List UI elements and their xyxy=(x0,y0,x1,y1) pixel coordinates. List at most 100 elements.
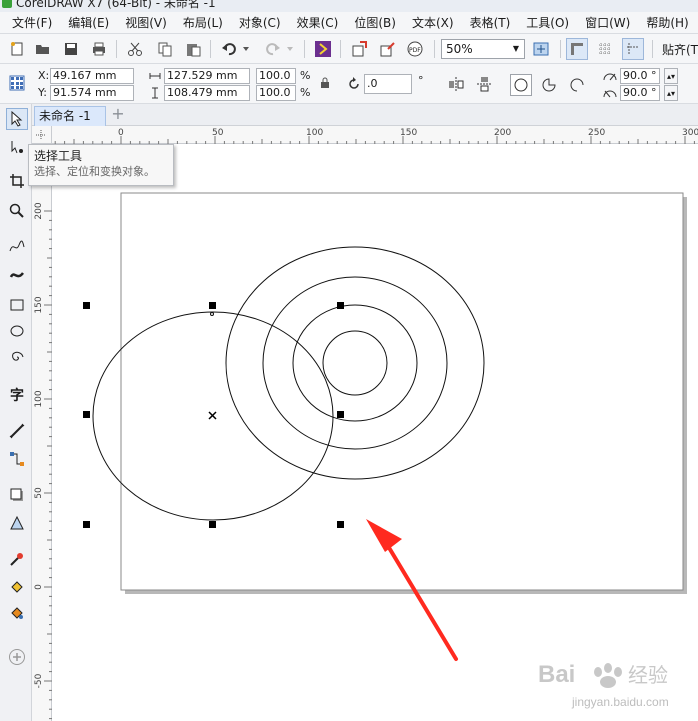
rotation-angle-field[interactable]: .0 xyxy=(364,74,412,94)
menu-table[interactable]: 表格(T) xyxy=(462,13,519,33)
text-tool-button[interactable]: 字 xyxy=(6,384,28,406)
scale-x-field[interactable]: 100.0 xyxy=(256,68,296,84)
scissors-icon xyxy=(128,42,142,56)
drop-shadow-tool-button[interactable] xyxy=(6,484,28,506)
handle-middle-left[interactable] xyxy=(83,411,90,418)
handle-bottom-right[interactable] xyxy=(337,521,344,528)
object-origin-button[interactable] xyxy=(6,72,28,94)
ruler-origin-corner[interactable] xyxy=(32,126,52,144)
horizontal-ruler[interactable]: 0 50 100 150 200 250 300 xyxy=(52,126,698,144)
menu-help[interactable]: 帮助(H) xyxy=(638,13,696,33)
menu-tools[interactable]: 工具(O) xyxy=(518,13,577,33)
handle-top-left[interactable] xyxy=(83,302,90,309)
x-position-field[interactable]: 49.167 mm xyxy=(50,68,134,84)
menu-window[interactable]: 窗口(W) xyxy=(577,13,638,33)
menu-effects[interactable]: 效果(C) xyxy=(289,13,347,33)
connector-tool-button[interactable] xyxy=(6,448,28,470)
scale-y-field[interactable]: 100.0 xyxy=(256,85,296,101)
undo-dropdown[interactable] xyxy=(240,38,252,60)
redo-button[interactable] xyxy=(262,38,284,60)
paste-button[interactable] xyxy=(182,38,204,60)
pie-mode-button[interactable] xyxy=(538,74,560,96)
undo-button[interactable] xyxy=(218,38,240,60)
tab-document[interactable]: 未命名 -1 xyxy=(34,106,106,126)
transparency-icon xyxy=(10,515,24,530)
height-field[interactable]: 108.479 mm xyxy=(164,85,250,101)
dimension-tool-button[interactable] xyxy=(6,420,28,442)
artistic-media-icon xyxy=(9,272,24,278)
rectangle-tool-button[interactable] xyxy=(6,294,28,316)
start-angle-spinner[interactable]: ▴▾ xyxy=(664,68,678,84)
open-button[interactable] xyxy=(32,38,54,60)
handle-bottom-center[interactable] xyxy=(209,521,216,528)
title-bar: CorelDRAW X7 (64-Bit) - 未命名 -1 xyxy=(0,0,698,12)
handle-top-right[interactable] xyxy=(337,302,344,309)
text-tool-icon: 字 xyxy=(10,388,24,404)
menu-object[interactable]: 对象(C) xyxy=(231,13,289,33)
new-document-button[interactable] xyxy=(6,38,28,60)
add-tool-button[interactable] xyxy=(6,646,28,668)
corel-connect-button[interactable] xyxy=(312,38,334,60)
paste-icon xyxy=(187,44,201,57)
full-screen-preview-button[interactable] xyxy=(530,38,552,60)
drawing-surface xyxy=(83,192,687,661)
eyedropper-tool-button[interactable] xyxy=(6,548,28,570)
ruler-label: 200 xyxy=(494,128,511,138)
menu-bitmaps[interactable]: 位图(B) xyxy=(346,13,404,33)
ellipse-tool-button[interactable] xyxy=(6,320,28,342)
handle-bottom-left[interactable] xyxy=(83,521,90,528)
handle-top-center[interactable] xyxy=(209,302,216,309)
dimension-icon xyxy=(9,423,25,439)
menu-view[interactable]: 视图(V) xyxy=(117,13,175,33)
show-rulers-button[interactable] xyxy=(566,38,588,60)
start-angle-field[interactable]: 90.0 ° xyxy=(620,68,660,84)
import-button[interactable] xyxy=(348,38,370,60)
cut-button[interactable] xyxy=(124,38,146,60)
toolbar-separator xyxy=(304,40,305,58)
chevron-down-icon[interactable]: ▼ xyxy=(508,40,524,58)
print-button[interactable] xyxy=(88,38,110,60)
smart-fill-tool-button[interactable] xyxy=(6,602,28,624)
transparency-tool-button[interactable] xyxy=(6,512,28,534)
redo-icon xyxy=(266,43,280,56)
arc-mode-button[interactable] xyxy=(566,74,588,96)
polygon-tool-button[interactable] xyxy=(6,346,28,368)
zoom-tool-button[interactable] xyxy=(6,200,28,222)
pick-tool-tooltip: 选择工具 选择、定位和变换对象。 xyxy=(28,144,174,186)
end-angle-field[interactable]: 90.0 ° xyxy=(620,85,660,101)
crop-tool-button[interactable] xyxy=(6,170,28,192)
menu-edit[interactable]: 编辑(E) xyxy=(60,13,117,33)
end-angle-spinner[interactable]: ▴▾ xyxy=(664,85,678,101)
freehand-tool-button[interactable] xyxy=(6,236,28,258)
menu-layout[interactable]: 布局(L) xyxy=(175,13,231,33)
shape-tool-button[interactable] xyxy=(6,136,28,158)
y-position-field[interactable]: 91.574 mm xyxy=(50,85,134,101)
snap-to-button[interactable]: 贴齐(T) xyxy=(662,41,698,58)
handle-middle-right[interactable] xyxy=(337,411,344,418)
add-document-tab-button[interactable]: + xyxy=(110,106,126,123)
publish-pdf-button[interactable]: PDF xyxy=(404,38,426,60)
show-guidelines-button[interactable] xyxy=(622,38,644,60)
width-field[interactable]: 127.529 mm xyxy=(164,68,250,84)
drawing-canvas[interactable] xyxy=(52,144,698,721)
save-button[interactable] xyxy=(60,38,82,60)
lock-ratio-button[interactable] xyxy=(318,76,332,90)
interactive-fill-tool-button[interactable] xyxy=(6,576,28,598)
folder-icon xyxy=(36,45,49,54)
ellipse-mode-button[interactable] xyxy=(510,74,532,96)
pick-tool-button[interactable] xyxy=(6,108,28,130)
copy-button[interactable] xyxy=(154,38,176,60)
artistic-media-tool-button[interactable] xyxy=(6,264,28,286)
zoom-level-select[interactable]: 50% ▼ xyxy=(441,39,525,59)
vertical-ruler[interactable]: 200 150 100 50 0 -50 xyxy=(32,144,52,721)
export-button[interactable] xyxy=(376,38,398,60)
menu-text[interactable]: 文本(X) xyxy=(404,13,462,33)
arc-icon xyxy=(570,78,584,92)
mirror-vertical-button[interactable] xyxy=(474,74,494,94)
redo-dropdown[interactable] xyxy=(284,38,296,60)
mirror-horizontal-button[interactable] xyxy=(446,74,466,94)
coreldraw-window: CorelDRAW X7 (64-Bit) - 未命名 -1 文件(F) 编辑(… xyxy=(0,0,698,721)
show-grid-button[interactable] xyxy=(594,38,616,60)
ruler-label: -50 xyxy=(34,673,44,688)
menu-file[interactable]: 文件(F) xyxy=(4,13,60,33)
